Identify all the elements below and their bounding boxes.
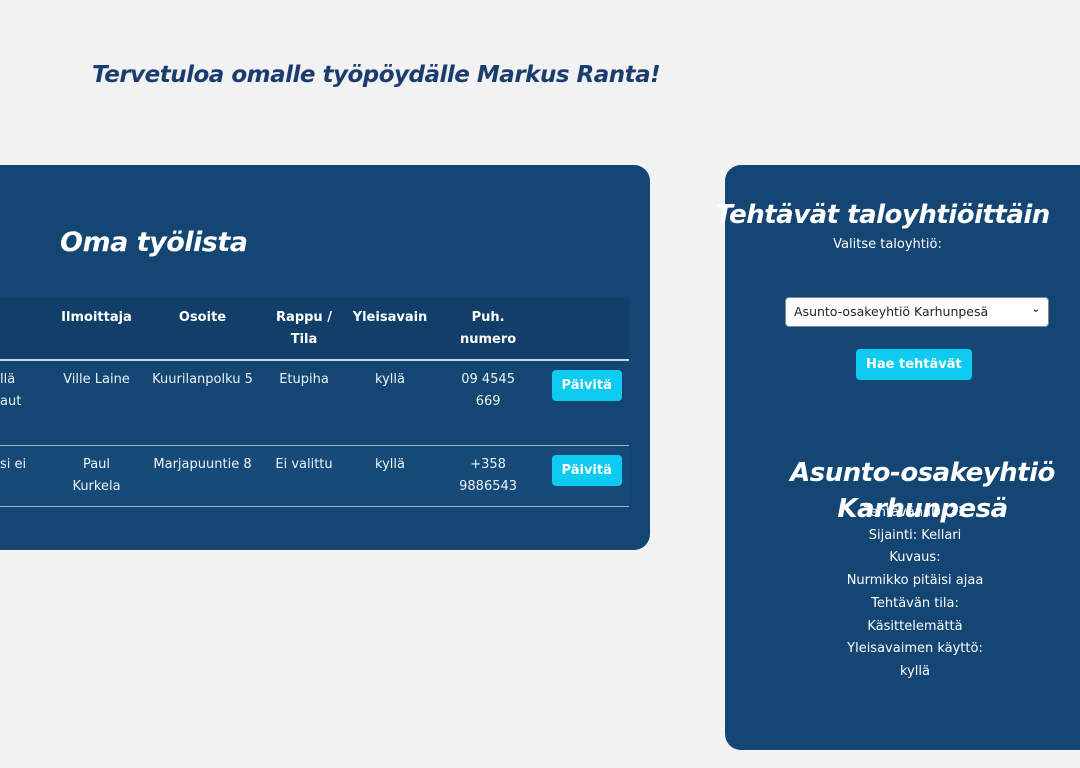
chevron-down-icon: ⌄ [1031,304,1040,315]
housing-select-value: Asunto-osakeyhtiö Karhunpesä [794,304,989,319]
worklist-table: Ilmoittaja Osoite Rappu / Tila Yleisavai… [0,297,630,507]
table-row: llä aut Ville Laine Kuurilanpolku 5 Etup… [0,360,630,445]
cell-ilmoittaja: Paul Kurkela [72,456,121,494]
cell-puh: 09 4545 669 [461,372,515,409]
header-yleisavain: Yleisavain [352,310,428,325]
header-puh: Puh. numero [460,310,517,347]
table-row: si ei Paul Kurkela Marjapuuntie 8 Ei val… [0,445,630,506]
worklist-title: Oma työlista [60,227,248,258]
task-id: Tehtävän ID: 31 [864,505,966,520]
cell-puh: +358 9886543 [459,456,518,494]
table-header: Ilmoittaja Osoite Rappu / Tila Yleisavai… [0,297,630,360]
master-key-value: kyllä [900,663,930,679]
task-status-label: Tehtävän tila: [871,595,959,611]
header-ilmoittaja: Ilmoittaja [61,310,132,325]
housing-tasks-title: Tehtävät taloyhtiöittäin [715,200,1050,230]
cell-partial: llä aut [0,372,22,409]
task-description: Nurmikko pitäisi ajaa [846,573,984,589]
cell-rappu: Etupiha [279,372,329,387]
update-button[interactable]: Päivitä [551,370,622,401]
update-button[interactable]: Päivitä [551,454,622,486]
cell-rappu: Ei valittu [275,456,333,472]
select-label: Valitse taloyhtiö: [833,237,942,252]
cell-partial: si ei [0,456,27,472]
welcome-heading: Tervetuloa omalle työpöydälle Markus Ran… [92,62,661,88]
housing-tasks-panel: Tehtävät taloyhtiöittäin Valitse taloyht… [715,165,1080,750]
task-location: Sijainti: Kellari [868,527,962,543]
housing-select[interactable]: Asunto-osakeyhtiö Karhunpesä ⌄ [785,297,1049,327]
task-status: Käsittelemättä [867,618,963,634]
master-key-label: Yleisavaimen käyttö: [847,641,983,657]
fetch-tasks-button[interactable]: Hae tehtävät [856,349,972,380]
cell-ilmoittaja: Ville Laine [63,372,130,387]
cell-osoite: Marjapuuntie 8 [153,456,252,472]
cell-osoite: Kuurilanpolku 5 [152,372,253,387]
header-rappu: Rappu / Tila [276,310,332,347]
worklist-panel: Oma työlista Ilmoittaja Osoite Rappu / T… [0,165,650,550]
cell-yleisavain: kyllä [375,456,405,472]
task-description-label: Kuvaus: [889,550,941,566]
header-osoite: Osoite [178,310,227,325]
task-details: Tehtävän ID: 31 Sijainti: Kellari Kuvaus… [765,502,1065,684]
cell-yleisavain: kyllä [375,372,405,387]
